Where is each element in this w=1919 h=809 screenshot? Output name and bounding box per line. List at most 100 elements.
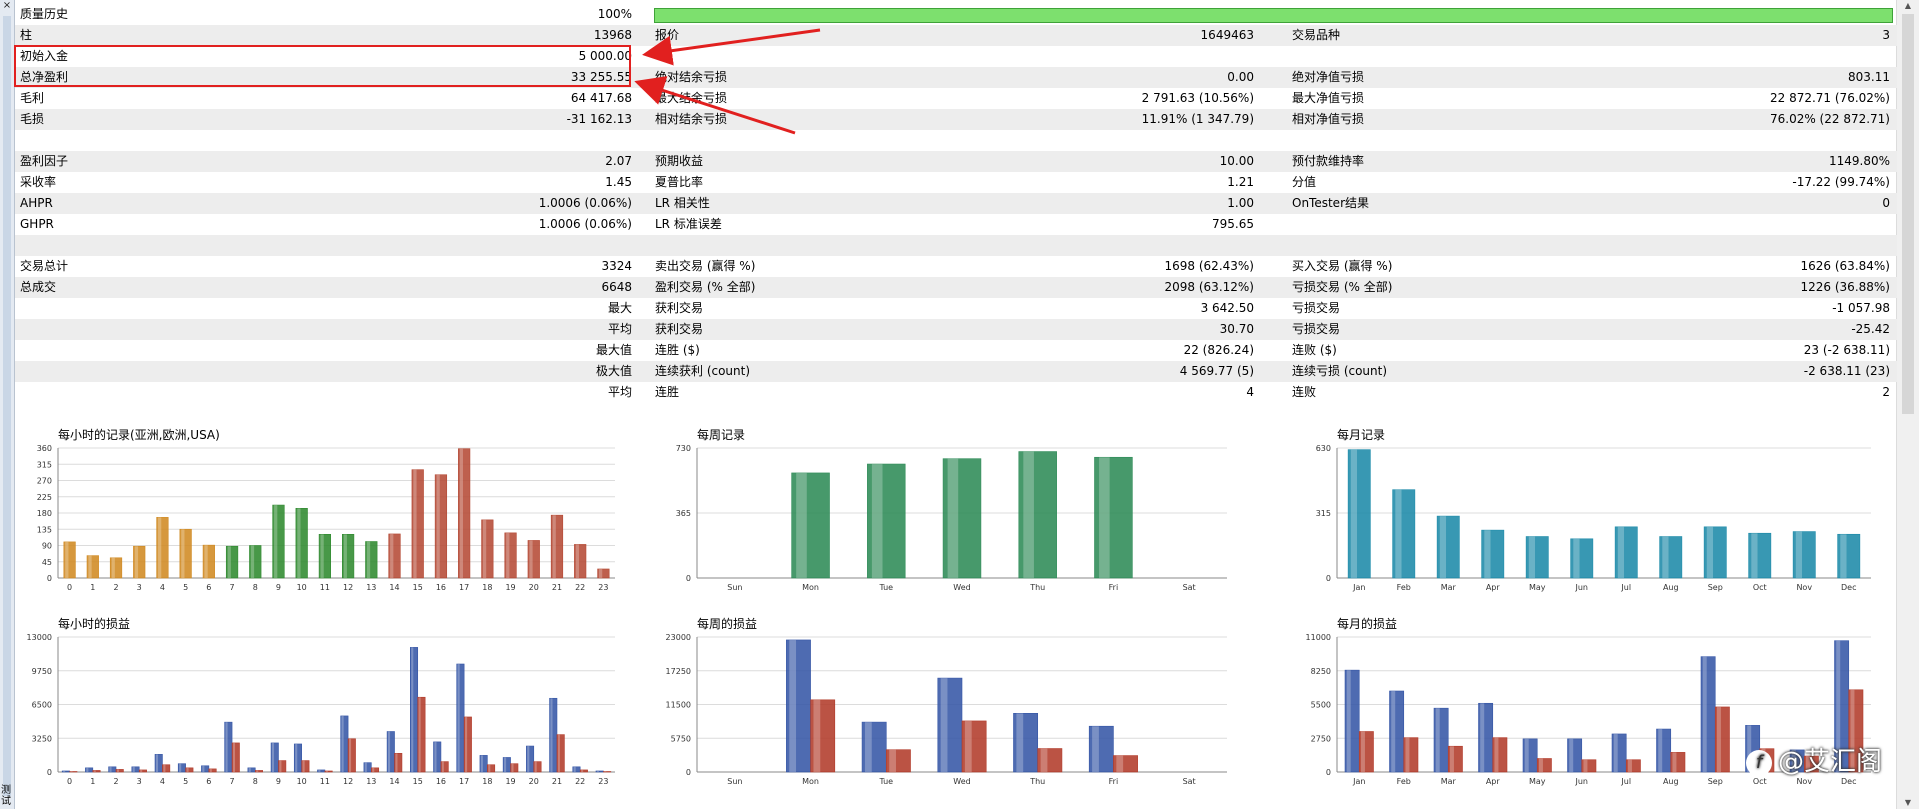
x-tick-label: 13 — [366, 583, 376, 592]
stat-label: 报价 — [655, 28, 680, 42]
bar-highlight — [940, 678, 948, 772]
stat-value: 30.70 — [1219, 322, 1254, 336]
bar-highlight — [318, 769, 321, 772]
stat-value: 22 872.71 (76.02%) — [1769, 91, 1890, 105]
stat-value: 1626 (63.84%) — [1800, 259, 1890, 273]
bar-highlight — [158, 517, 162, 578]
bar-highlight — [1716, 706, 1721, 772]
stat-value: 2.07 — [605, 154, 632, 168]
bar-highlight — [202, 765, 205, 772]
y-tick-label: 365 — [676, 509, 691, 518]
x-tick-label: 16 — [436, 777, 446, 786]
stat-value: 1649463 — [1200, 28, 1254, 42]
stat-value: 2 — [1882, 385, 1890, 399]
stats-row: 毛损 -31 162.13 相对结余亏损 11.91% (1 347.79) 相对净值亏… — [15, 109, 1897, 130]
bar-highlight — [1449, 746, 1454, 772]
stat-label: 相对净值亏损 — [1292, 112, 1365, 126]
bar-highlight — [1484, 530, 1491, 578]
stat-label: 获利交易 — [655, 301, 704, 315]
bar-highlight — [1405, 737, 1410, 772]
bar-highlight — [413, 469, 417, 578]
stat-value: 803.11 — [1848, 70, 1890, 84]
stats-row: 极大值 连续获利 (count) 4 569.77 (5) 连续亏损 (count) -… — [15, 361, 1897, 382]
bar-highlight — [796, 472, 807, 578]
bar-highlight — [581, 769, 584, 772]
bar-highlight — [390, 533, 394, 578]
x-tick-label: Aug — [1663, 583, 1679, 592]
stat-value: -31 162.13 — [566, 112, 632, 126]
bar-highlight — [1092, 726, 1099, 772]
stat-label: LR 相关性 — [655, 196, 710, 210]
vertical-scrollbar[interactable]: ▲ ▼ — [1896, 0, 1919, 809]
x-tick-label: Nov — [1796, 777, 1812, 786]
bar-highlight — [63, 770, 66, 772]
left-panel-bar: × 测试 — [0, 0, 15, 809]
stats-row: 总成交 6648 盈利交易 (% 全部) 2098 (63.12%) 亏损交易 (% 全… — [15, 277, 1897, 298]
x-tick-label: Thu — [1029, 583, 1045, 592]
stat-value: 3324 — [601, 259, 632, 273]
bar-highlight — [1116, 755, 1124, 772]
stat-label: 柱 — [20, 28, 33, 42]
x-tick-label: 20 — [529, 583, 539, 592]
x-tick-label: 21 — [552, 583, 562, 592]
stat-value: -1 057.98 — [1832, 301, 1890, 315]
x-tick-label: Sat — [1183, 777, 1196, 786]
y-tick-label: 0 — [47, 768, 52, 777]
scrollbar-thumb[interactable] — [1902, 14, 1914, 414]
scroll-up-icon[interactable]: ▲ — [1897, 0, 1919, 12]
bar-highlight — [225, 722, 228, 772]
scroll-down-icon[interactable]: ▼ — [1897, 797, 1919, 809]
stats-row: 平均 获利交易 30.70 亏损交易 -25.42 — [15, 319, 1897, 340]
x-tick-label: Mar — [1441, 583, 1457, 592]
bar-highlight — [1627, 759, 1632, 772]
stat-label: 相对结余亏损 — [655, 112, 728, 126]
bar-highlight — [250, 545, 255, 578]
stat-value: 1.0006 (0.06%) — [538, 217, 632, 231]
x-tick-label: 1 — [90, 583, 95, 592]
x-tick-label: 3 — [137, 777, 142, 786]
side-tab-label[interactable]: 测试 — [1, 785, 13, 807]
x-tick-label: 6 — [206, 777, 211, 786]
chart-title: 每月的损益 — [1337, 617, 1398, 631]
stat-value: 1226 (36.88%) — [1800, 280, 1890, 294]
bar-highlight — [1795, 531, 1803, 578]
stat-label: 亏损交易 — [1292, 301, 1341, 315]
bar-highlight — [325, 770, 328, 772]
x-tick-label: Sun — [727, 777, 742, 786]
bar-highlight — [436, 474, 440, 578]
bar-highlight — [111, 557, 115, 578]
y-tick-label: 9750 — [32, 667, 52, 676]
chart-title: 每小时的记录(亚洲,欧洲,USA) — [58, 428, 220, 442]
bar-highlight — [534, 761, 537, 772]
y-tick-label: 0 — [1326, 768, 1331, 777]
stat-label: 预期收益 — [655, 154, 704, 168]
x-tick-label: Mon — [802, 777, 819, 786]
stat-label: 绝对结余亏损 — [655, 70, 728, 84]
stat-value: 1149.80% — [1828, 154, 1890, 168]
bar-highlight — [411, 647, 414, 772]
stat-value: 3 642.50 — [1200, 301, 1254, 315]
bar-highlight — [1538, 758, 1543, 772]
stat-label: 盈利因子 — [20, 154, 69, 168]
stat-label: 连败 ($) — [1292, 343, 1337, 357]
stats-row: 柱 13968 报价 1649463 交易品种 3 — [15, 25, 1897, 46]
stat-label: 亏损交易 — [1292, 322, 1341, 336]
x-tick-label: Apr — [1486, 583, 1501, 592]
stat-value: 平均 — [607, 322, 632, 336]
bar-highlight — [343, 534, 347, 578]
stat-label: AHPR — [20, 196, 53, 210]
x-tick-label: 4 — [160, 583, 165, 592]
bar-highlight — [529, 540, 533, 578]
x-tick-label: Fri — [1109, 583, 1119, 592]
y-tick-label: 13000 — [27, 633, 52, 642]
stat-label: 最大净值亏损 — [1292, 91, 1365, 105]
stat-label: 交易总计 — [20, 259, 69, 273]
stat-value: 6648 — [601, 280, 632, 294]
chart-svg: 0 5750 11500 17250 23000 Sun Mon Tue Wed Thu Fri Sa… — [666, 633, 1227, 786]
y-tick-label: 23000 — [666, 633, 691, 642]
stat-label: OnTester结果 — [1292, 196, 1369, 210]
x-tick-label: 19 — [505, 777, 515, 786]
x-tick-label: 21 — [552, 777, 562, 786]
stat-label: 亏损交易 (% 全部) — [1292, 280, 1393, 294]
close-icon[interactable]: × — [0, 0, 14, 12]
